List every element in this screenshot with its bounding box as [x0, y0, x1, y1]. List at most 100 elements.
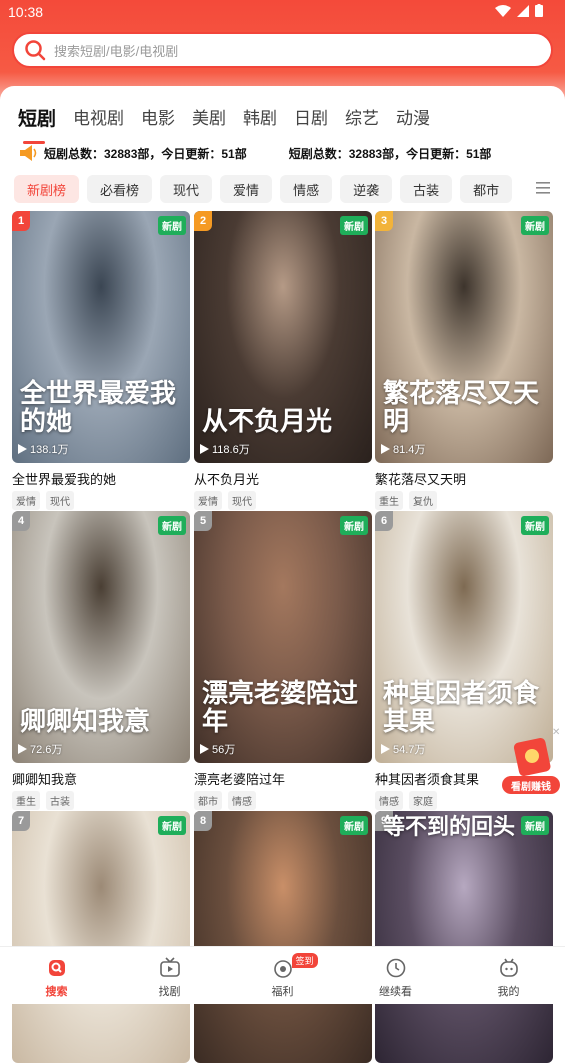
drama-title[interactable]: 从不负月光	[194, 469, 372, 488]
filter-chip-6[interactable]: 古装	[400, 175, 453, 203]
nav-item-2[interactable]: 福利 签到	[226, 947, 339, 1004]
drama-card[interactable]: 3 新剧 繁花落尽又天明 81.4万繁花落尽又天明 重生 复仇	[375, 211, 553, 510]
drama-card[interactable]: 1 新剧 全世界最爱我的她 138.1万 全世界最爱我的她 爱情 现代	[12, 211, 190, 510]
filter-chip-0[interactable]: 新剧榜	[14, 175, 80, 203]
poster-title-art: 漂亮老婆陪过年	[202, 678, 359, 738]
drama-poster[interactable]: 4 新剧卿卿知我意 72.6万	[12, 511, 190, 763]
new-badge: 新剧	[521, 216, 549, 235]
drama-poster[interactable]: 8 新剧	[194, 811, 372, 1063]
poster-title-art: 从不负月光	[202, 407, 333, 438]
drama-poster[interactable]: 7 新剧	[12, 811, 190, 1063]
filter-chip-2[interactable]: 现代	[160, 175, 213, 203]
new-badge: 新剧	[340, 216, 368, 235]
filter-chips: 新剧榜 必看榜 现代 爱情 情感 逆袭 古装 都市	[14, 175, 565, 203]
drama-card[interactable]: 8 新剧	[194, 811, 372, 1063]
tab-6[interactable]: 综艺	[345, 104, 379, 134]
new-badge: 新剧	[158, 216, 186, 235]
stats-text-marquee: 短剧总数：32883部，今日更新：51部	[288, 146, 492, 161]
tab-3[interactable]: 美剧	[192, 104, 226, 134]
nav-item-4[interactable]: 我的	[452, 947, 565, 1004]
play-icon	[200, 744, 209, 754]
new-badge: 新剧	[340, 516, 368, 535]
rank-badge: 8	[194, 811, 212, 831]
bottom-navigation: 搜索 找剧 福利 签到 继续看 我的	[0, 946, 565, 1004]
tab-0[interactable]: 短剧	[18, 104, 56, 144]
tv-icon	[159, 957, 180, 977]
view-count-text: 81.4万	[393, 444, 426, 456]
stats-text: 短剧总数：32883部，今日更新：51部	[44, 146, 247, 161]
genre-tag: 家庭	[409, 791, 437, 810]
stats-notice: 短剧总数：32883部，今日更新：51部 短剧总数：32883部，今日更新：51…	[18, 143, 548, 163]
new-badge: 新剧	[340, 816, 368, 835]
drama-poster[interactable]: 1 新剧 全世界最爱我的她 138.1万	[12, 211, 190, 463]
tab-5[interactable]: 日剧	[294, 104, 328, 134]
play-icon	[200, 444, 209, 454]
poster-title-art: 全世界最爱我的她	[20, 378, 177, 438]
nav-label: 找剧	[158, 986, 181, 998]
view-count: 72.6万	[18, 741, 62, 757]
status-bar: 10:38	[0, 0, 565, 24]
filter-chip-5[interactable]: 逆袭	[340, 175, 393, 203]
view-count: 118.6万	[200, 441, 250, 457]
view-count: 138.1万	[18, 441, 69, 457]
drama-title[interactable]: 漂亮老婆陪过年	[194, 769, 372, 788]
drama-card[interactable]: 4 新剧 卿卿知我意 72.6万 卿卿知我意 重生 古装	[12, 511, 190, 810]
speaker-icon	[20, 145, 37, 161]
filter-chip-1[interactable]: 必看榜	[87, 175, 153, 203]
new-badge: 新剧	[158, 816, 186, 835]
wifi-icon	[495, 4, 511, 17]
tab-7[interactable]: 动漫	[396, 104, 430, 134]
drama-card[interactable]: 7 新剧	[12, 811, 190, 1063]
genre-tag: 爱情	[12, 491, 40, 510]
drama-poster[interactable]: 5 新剧 漂亮老婆陪过年 56万	[194, 511, 372, 763]
rank-badge: 4	[12, 511, 30, 531]
new-badge: 新剧	[521, 516, 549, 535]
genre-tag: 重生	[375, 491, 403, 510]
view-count: 81.4万	[381, 441, 425, 457]
drama-card[interactable]: 9 新剧 等不到的回头	[375, 811, 553, 1063]
filter-chip-3[interactable]: 爱情	[220, 175, 273, 203]
search-icon	[48, 960, 65, 976]
tab-2[interactable]: 电影	[141, 104, 175, 134]
drama-title[interactable]: 卿卿知我意	[12, 769, 190, 788]
drama-poster[interactable]: 2 新剧从不负月光 118.6万	[194, 211, 372, 463]
earn-money-float-button[interactable]: 看剧赚钱	[502, 736, 560, 796]
filter-chip-7[interactable]: 都市	[460, 175, 513, 203]
nav-item-1[interactable]: 找剧	[113, 947, 226, 1004]
nav-label: 搜索	[45, 986, 68, 998]
drama-card[interactable]: 2 新剧 从不负月光 118.6万 从不负月光 爱情 现代	[194, 211, 372, 510]
view-count-text: 118.6万	[212, 444, 250, 456]
drama-tags: 爱情 现代	[12, 491, 190, 510]
status-icons	[495, 4, 543, 17]
drama-tags: 重生 古装	[12, 791, 190, 810]
filter-chip-4[interactable]: 情感	[280, 175, 333, 203]
genre-tag: 复仇	[409, 491, 437, 510]
drama-card[interactable]: 5 新剧 漂亮老婆陪过年 56万 漂亮老婆陪过年 都市 情感	[194, 511, 372, 810]
menu-icon[interactable]	[536, 181, 550, 195]
nav-item-3[interactable]: 继续看	[339, 947, 452, 1004]
new-badge: 新剧	[158, 516, 186, 535]
search-bar[interactable]: 搜索短剧/电影/电视剧	[12, 32, 553, 68]
drama-tags: 重生 复仇	[375, 491, 553, 510]
view-count-text: 72.6万	[30, 744, 63, 756]
genre-tag: 古装	[46, 791, 74, 810]
drama-poster[interactable]: 9 新剧 等不到的回头	[375, 811, 553, 1063]
user-icon	[499, 958, 518, 977]
poster-title-art: 卿卿知我意	[20, 707, 151, 738]
poster-title-art: 种其因者须食其果	[383, 678, 540, 738]
nav-item-0[interactable]: 搜索	[0, 947, 113, 1004]
genre-tag: 现代	[46, 491, 74, 510]
drama-title[interactable]: 繁花落尽又天明	[375, 469, 553, 488]
genre-tag: 爱情	[194, 491, 222, 510]
drama-poster[interactable]: 6 新剧 种其因者须食其果 54.7万	[375, 511, 553, 763]
nav-label: 福利	[271, 986, 294, 998]
rank-badge: 2	[194, 211, 212, 231]
play-icon	[381, 744, 390, 754]
genre-tag: 情感	[228, 791, 256, 810]
checkin-badge: 签到	[291, 953, 318, 968]
tab-1[interactable]: 电视剧	[73, 104, 124, 134]
tab-4[interactable]: 韩剧	[243, 104, 277, 134]
gift-icon	[273, 960, 292, 978]
drama-poster[interactable]: 3 新剧 繁花落尽又天明 81.4万	[375, 211, 553, 463]
drama-title[interactable]: 全世界最爱我的她	[12, 469, 190, 488]
